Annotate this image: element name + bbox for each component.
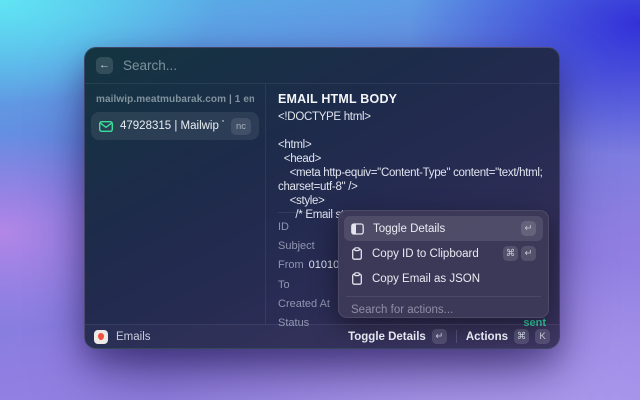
enter-key-icon: ↵ (521, 221, 536, 236)
menu-item-copy-id[interactable]: Copy ID to Clipboard ⌘ ↵ (344, 241, 543, 266)
clipboard-icon (351, 272, 363, 285)
email-list-pane: mailwip.meatmubarak.com | 1 email 479283… (85, 84, 265, 324)
menu-item-label: Copy Email as JSON (372, 272, 481, 285)
metadata-label: To (278, 278, 290, 291)
menu-divider (346, 296, 541, 297)
actions-menu: Toggle Details ↵ Copy ID to Clipboard ⌘ … (338, 210, 549, 318)
code-line: <!DOCTYPE html> (278, 111, 371, 123)
metadata-label: Subject (278, 239, 315, 252)
command-palette-window: ← Search... mailwip.meatmubarak.com | 1 … (84, 47, 560, 349)
command-key-icon: ⌘ (514, 329, 529, 344)
menu-item-copy-json[interactable]: Copy Email as JSON (344, 266, 543, 291)
sidebar-panel-icon (351, 222, 364, 235)
command-key-icon: ⌘ (503, 246, 518, 261)
envelope-icon (99, 120, 113, 132)
code-line: <style> (278, 195, 325, 207)
code-line: <head> (278, 153, 322, 165)
detail-heading: EMAIL HTML BODY (278, 92, 398, 106)
back-button[interactable]: ← (96, 57, 113, 74)
menu-item-label: Copy ID to Clipboard (372, 247, 479, 260)
status-bar: Emails Toggle Details ↵ Actions ⌘ K (85, 324, 559, 348)
mailwip-extension-icon (94, 329, 108, 344)
metadata-label: ID (278, 220, 289, 233)
metadata-label: Created At (278, 297, 330, 310)
email-html-code-block: <!DOCTYPE html> <html> <head> <meta http… (278, 110, 547, 222)
extension-name: Emails (116, 330, 151, 343)
code-line: <meta http-equiv="Content-Type" content=… (278, 167, 543, 179)
email-list-item[interactable]: 47928315 | Mailwip Test em… nc (91, 112, 259, 140)
actions-search-input[interactable]: Search for actions... (344, 301, 543, 319)
primary-action-button[interactable]: Toggle Details (348, 331, 426, 343)
email-item-title: 47928315 | Mailwip Test em… (120, 120, 224, 132)
menu-item-label: Toggle Details (373, 222, 446, 235)
back-arrow-icon: ← (99, 59, 110, 71)
enter-key-icon: ↵ (431, 329, 447, 344)
k-key-icon: K (535, 329, 550, 344)
metadata-label: From (278, 259, 304, 272)
clipboard-icon (351, 247, 363, 260)
list-section-header: mailwip.meatmubarak.com | 1 email (96, 94, 254, 105)
email-item-badge: nc (230, 117, 251, 135)
code-line: charset=utf-8" /> (278, 181, 358, 193)
search-bar: ← Search... (85, 48, 559, 84)
code-line: <html> (278, 139, 312, 151)
menu-item-toggle-details[interactable]: Toggle Details ↵ (344, 216, 543, 241)
enter-key-icon: ↵ (521, 246, 536, 261)
status-bar-divider (455, 330, 457, 343)
search-input[interactable]: Search... (123, 58, 177, 73)
actions-button[interactable]: Actions (466, 331, 508, 343)
